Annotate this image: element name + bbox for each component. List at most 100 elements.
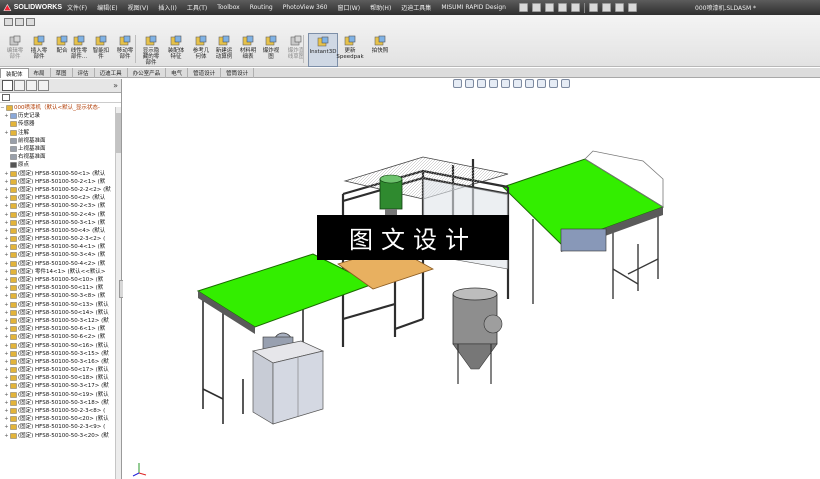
scrollbar-thumb[interactable] <box>116 113 121 153</box>
menu-item[interactable]: 文件(F) <box>62 3 92 12</box>
command-tab[interactable]: 草图 <box>51 68 73 78</box>
expand-toggle[interactable]: + <box>4 129 9 137</box>
tree-item[interactable]: + (固定) HFS8-50100-50-3<12> (默 <box>0 317 121 325</box>
expand-toggle[interactable]: + <box>4 260 9 268</box>
menu-item[interactable]: MISUMI RAPID Design <box>436 4 511 11</box>
expand-toggle[interactable]: + <box>4 350 9 358</box>
expand-toggle[interactable]: + <box>4 276 9 284</box>
tree-item[interactable]: 右视基准面 <box>0 153 121 161</box>
menu-item[interactable]: 编辑(E) <box>92 3 122 12</box>
menu-item[interactable]: 迈迪工具集 <box>396 3 436 12</box>
expand-toggle[interactable]: + <box>4 325 9 333</box>
tree-item[interactable]: + (固定) HFS8-50100-50-4<1> (默 <box>0 243 121 251</box>
tree-item[interactable]: 原点 <box>0 161 121 169</box>
command-button[interactable]: 更新 Speedpak <box>336 33 364 67</box>
tree-item[interactable]: + (固定) HFS8-50100-50-3<20> (默 <box>0 432 121 440</box>
command-tab[interactable]: 装配体 <box>0 68 29 78</box>
tree-item[interactable]: + 历史记录 <box>0 112 121 120</box>
tree-item[interactable]: + (固定) HFS8-50100-50-2<3> (默 <box>0 202 121 210</box>
command-button[interactable]: 装配体 特征 <box>163 33 189 67</box>
undo-icon[interactable] <box>570 3 580 12</box>
tree-item[interactable]: + (固定) HFS8-50100-50-6<1> (默 <box>0 325 121 333</box>
expand-toggle[interactable]: + <box>4 342 9 350</box>
grid-icon[interactable] <box>15 18 24 26</box>
expand-toggle[interactable]: + <box>4 268 9 276</box>
menu-item[interactable]: PhotoView 360 <box>278 4 333 11</box>
expand-toggle[interactable]: + <box>4 194 9 202</box>
tree-item[interactable]: + (固定) HFS8-50100-50<13> (默认 <box>0 301 121 309</box>
command-button[interactable]: 显示隐 藏的零 部件 <box>138 33 164 67</box>
tree-item[interactable]: + (固定) HFS8-50100-50-2<1> (默 <box>0 178 121 186</box>
tree-item[interactable]: + (固定) HFS8-50100-50<14> (默认 <box>0 309 121 317</box>
expand-panel-icon[interactable]: » <box>113 81 118 90</box>
configuration-tab-icon[interactable] <box>26 80 37 91</box>
command-tab[interactable]: 布局 <box>29 68 51 78</box>
expand-toggle[interactable]: + <box>4 358 9 366</box>
tree-item[interactable]: + (固定) HFS8-50100-50-2-3<2> ( <box>0 235 121 243</box>
expand-toggle[interactable]: + <box>4 251 9 259</box>
tree-item[interactable]: + (固定) HFS8-50100-50-3<1> (默 <box>0 219 121 227</box>
save-icon[interactable] <box>544 3 554 12</box>
tree-item[interactable]: + (固定) HFS8-50100-50-3<18> (默 <box>0 399 121 407</box>
file-properties-icon[interactable] <box>614 3 624 12</box>
expand-toggle[interactable]: + <box>4 292 9 300</box>
camera-icon[interactable] <box>4 18 13 26</box>
tree-item[interactable]: + (固定) HFS8-50100-50-2-3<9> ( <box>0 423 121 431</box>
expand-toggle[interactable]: + <box>4 382 9 390</box>
tree-root-assembly[interactable]: − 000喷漆机（默认<默认_显示状态- <box>0 104 121 112</box>
graphics-area[interactable]: 图文设计 <box>123 79 820 479</box>
menu-item[interactable]: Routing <box>245 4 278 11</box>
menu-item[interactable]: 视图(V) <box>123 3 154 12</box>
command-button[interactable]: 新建运 动算例 <box>211 33 237 67</box>
tree-item[interactable]: 上视基准面 <box>0 145 121 153</box>
command-tab[interactable]: 办公室产品 <box>128 68 167 78</box>
options-icon[interactable] <box>627 3 637 12</box>
tree-item[interactable]: + (固定) HFS8-50100-50-2<4> (默 <box>0 210 121 218</box>
expand-toggle[interactable]: + <box>4 407 9 415</box>
property-manager-tab-icon[interactable] <box>14 80 25 91</box>
expand-toggle[interactable]: + <box>4 186 9 194</box>
expand-toggle[interactable]: + <box>4 227 9 235</box>
solidworks-logo[interactable]: SOLIDWORKS <box>0 0 62 15</box>
expand-toggle[interactable]: + <box>4 178 9 186</box>
open-icon[interactable] <box>531 3 541 12</box>
tree-item[interactable]: + (固定) HFS8-50100-50<19> (默认 <box>0 391 121 399</box>
tree-item[interactable]: + (固定) HFS8-50100-50-3<4> (默 <box>0 251 121 259</box>
filter-icon[interactable] <box>2 94 10 101</box>
select-icon[interactable] <box>588 3 598 12</box>
print-icon[interactable] <box>557 3 567 12</box>
tree-item[interactable]: + (固定) HFS8-50100-50-2-2<2> (默 <box>0 186 121 194</box>
expand-toggle[interactable]: + <box>4 366 9 374</box>
list-icon[interactable] <box>26 18 35 26</box>
tree-item[interactable]: + (固定) HFS8-50100-50<11> (默 <box>0 284 121 292</box>
rebuild-icon[interactable] <box>601 3 611 12</box>
expand-toggle[interactable]: + <box>4 415 9 423</box>
tree-item[interactable]: + (固定) HFS8-50100-50<1> (默认 <box>0 170 121 178</box>
tree-item[interactable]: 传感器 <box>0 120 121 128</box>
command-tab[interactable]: 管道设计 <box>188 68 222 78</box>
tree-item[interactable]: + (固定) HFS8-50100-50<4> (默认 <box>0 227 121 235</box>
expand-toggle[interactable]: + <box>4 317 9 325</box>
expand-toggle[interactable]: + <box>4 432 9 440</box>
expand-toggle[interactable]: + <box>4 243 9 251</box>
expand-toggle[interactable]: + <box>4 399 9 407</box>
expand-toggle[interactable]: + <box>4 211 9 219</box>
tree-item[interactable]: + (固定) HFS8-50100-50-6<2> (默 <box>0 333 121 341</box>
command-button[interactable]: 编辑零 部件 <box>2 33 28 67</box>
appearance-tab-icon[interactable] <box>38 80 49 91</box>
new-document-icon[interactable] <box>518 3 528 12</box>
feature-tree-tab-icon[interactable] <box>2 80 13 91</box>
expand-toggle[interactable]: + <box>4 333 9 341</box>
menu-item[interactable]: 工具(T) <box>182 3 212 12</box>
expand-toggle[interactable]: + <box>4 284 9 292</box>
tree-item[interactable]: + (固定) HFS8-50100-50<20> (默认 <box>0 415 121 423</box>
tree-item[interactable]: + (固定) HFS8-50100-50-4<2> (默 <box>0 260 121 268</box>
expand-toggle[interactable]: + <box>4 423 9 431</box>
command-button[interactable]: Instant3D <box>308 33 338 67</box>
command-button[interactable]: 爆炸视 图 <box>258 33 284 67</box>
tree-item[interactable]: 前视基准面 <box>0 137 121 145</box>
command-tab[interactable]: 评估 <box>73 68 95 78</box>
tree-item[interactable]: + (固定) HFS8-50100-50-3<17> (默 <box>0 382 121 390</box>
expand-toggle[interactable]: + <box>4 309 9 317</box>
command-tab[interactable]: 电气 <box>166 68 189 78</box>
